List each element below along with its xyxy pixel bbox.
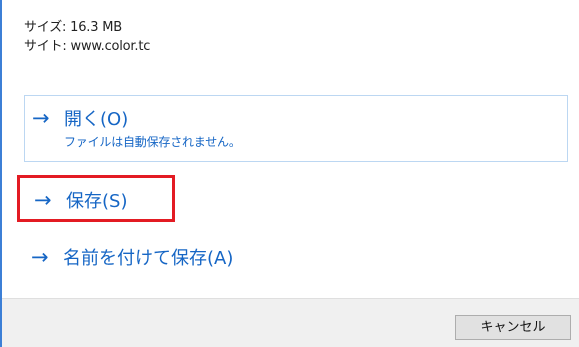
- cancel-button[interactable]: キャンセル: [455, 315, 571, 340]
- accent-rule: [0, 0, 2, 347]
- save-as-label: 名前を付けて保存(A): [63, 248, 234, 269]
- size-row: サイズ: 16.3 MB: [24, 18, 150, 37]
- site-row: サイト: www.color.tc: [24, 37, 150, 56]
- save-label: 保存(S): [66, 191, 128, 212]
- save-as-option[interactable]: → 名前を付けて保存(A): [24, 244, 568, 280]
- open-option[interactable]: → 開く(O) ファイルは自動保存されません。: [24, 95, 568, 162]
- download-info: サイズ: 16.3 MB サイト: www.color.tc: [24, 18, 150, 56]
- arrow-right-icon: →: [32, 105, 50, 130]
- site-label: サイト:: [24, 39, 67, 54]
- dialog-footer: キャンセル: [2, 298, 579, 347]
- size-label: サイズ:: [24, 20, 67, 35]
- open-label: 開く(O): [64, 109, 129, 130]
- arrow-right-icon: →: [34, 187, 52, 212]
- save-option[interactable]: → 保存(S): [17, 175, 175, 222]
- arrow-right-icon: →: [31, 244, 49, 269]
- open-description: ファイルは自動保存されません。: [64, 135, 241, 149]
- size-value: 16.3 MB: [70, 20, 122, 35]
- download-dialog: サイズ: 16.3 MB サイト: www.color.tc → 開く(O) ファ…: [0, 0, 579, 347]
- site-value: www.color.tc: [70, 39, 151, 54]
